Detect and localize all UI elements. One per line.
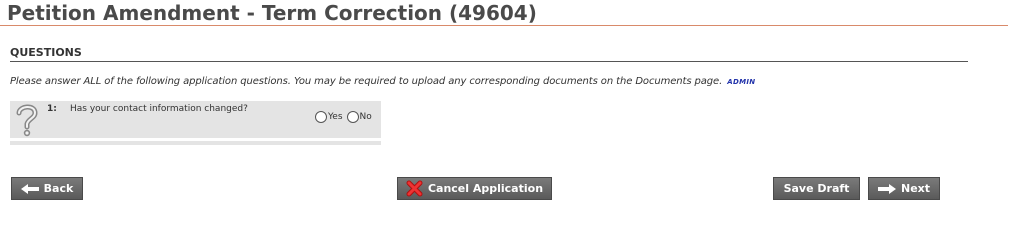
questions-divider bbox=[10, 61, 968, 62]
instructions-body: Please answer ALL of the following appli… bbox=[10, 76, 723, 87]
cancel-button-label: Cancel Application bbox=[427, 182, 544, 195]
question-number: 1: bbox=[47, 104, 57, 114]
question-row-footer bbox=[10, 141, 381, 145]
admin-link[interactable]: ADMIN bbox=[727, 78, 755, 86]
save-draft-label: Save Draft bbox=[783, 182, 850, 195]
page-title: Petition Amendment - Term Correction (49… bbox=[7, 1, 537, 25]
option-no[interactable]: No bbox=[346, 111, 372, 123]
back-button[interactable]: Back bbox=[11, 177, 83, 200]
option-yes-label: Yes bbox=[328, 112, 343, 122]
radio-yes[interactable] bbox=[315, 111, 327, 123]
option-no-label: No bbox=[359, 112, 372, 122]
answer-options: Yes No bbox=[315, 111, 376, 123]
arrow-left-icon bbox=[20, 183, 39, 194]
questions-heading: QUESTIONS bbox=[10, 46, 82, 59]
next-button-label: Next bbox=[900, 182, 931, 195]
back-button-label: Back bbox=[43, 182, 74, 195]
cancel-application-button[interactable]: Cancel Application bbox=[397, 177, 552, 200]
red-x-icon bbox=[406, 180, 423, 197]
option-yes[interactable]: Yes bbox=[315, 111, 343, 123]
arrow-right-icon bbox=[877, 183, 896, 194]
radio-no[interactable] bbox=[346, 111, 359, 123]
question-mark-icon bbox=[14, 103, 40, 137]
instructions-text: Please answer ALL of the following appli… bbox=[10, 76, 755, 87]
question-row: 1: Has your contact information changed?… bbox=[10, 101, 381, 138]
next-button[interactable]: Next bbox=[868, 177, 940, 200]
title-divider bbox=[0, 25, 1008, 26]
save-draft-button[interactable]: Save Draft bbox=[773, 177, 860, 200]
question-text: Has your contact information changed? bbox=[70, 104, 248, 114]
